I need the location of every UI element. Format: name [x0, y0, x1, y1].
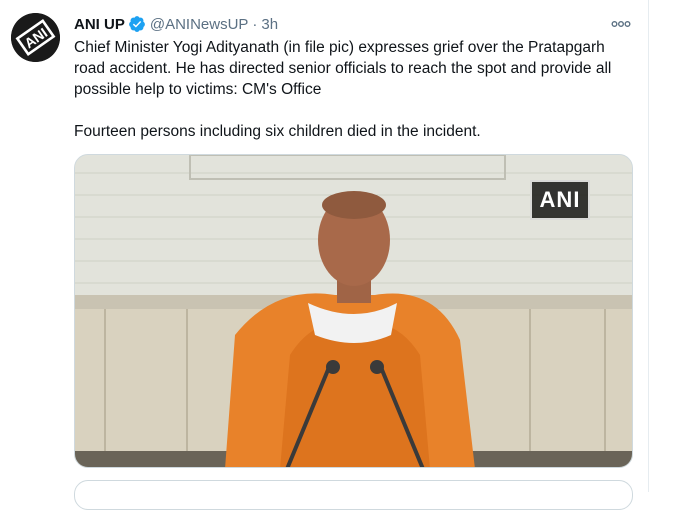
- more-options-button[interactable]: [608, 14, 634, 34]
- ani-watermark-text: ANI: [539, 187, 581, 212]
- ani-logo-icon: ANI: [11, 13, 60, 62]
- account-name[interactable]: ANI UP: [74, 16, 125, 33]
- next-card-edge: [74, 480, 633, 510]
- tweet-paragraph-1: Chief Minister Yogi Adityanath (in file …: [74, 39, 612, 98]
- account-handle[interactable]: @ANINewsUP: [150, 16, 249, 33]
- separator-dot: ·: [252, 15, 258, 33]
- ani-watermark: ANI: [530, 180, 590, 220]
- tweet-paragraph-2: Fourteen persons including six children …: [74, 123, 481, 140]
- avatar[interactable]: ANI: [11, 13, 60, 62]
- more-horizontal-icon: [611, 21, 631, 27]
- tweet-timestamp[interactable]: 3h: [261, 16, 278, 33]
- tweet-text: Chief Minister Yogi Adityanath (in file …: [74, 37, 636, 142]
- column-divider: [648, 0, 649, 492]
- verified-badge-icon: [128, 16, 145, 32]
- tweet-header: ANI UP @ANINewsUP · 3h: [74, 13, 278, 35]
